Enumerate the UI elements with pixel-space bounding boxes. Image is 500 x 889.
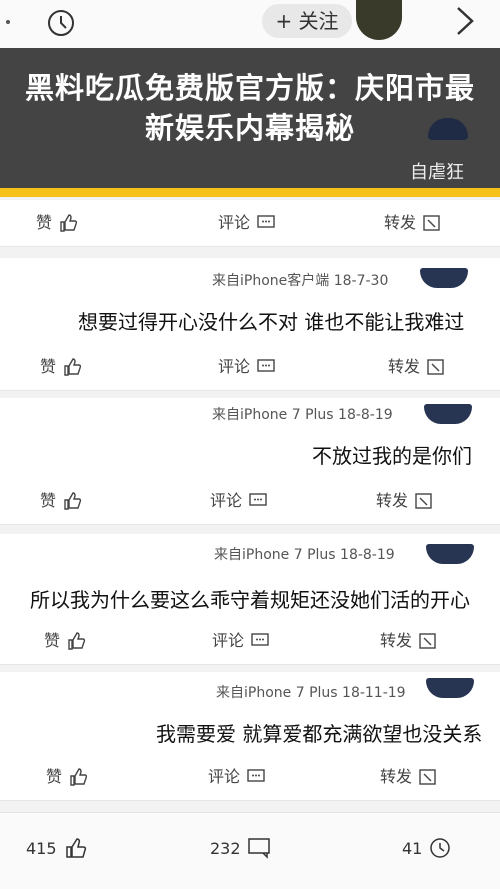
page-title: 黑料吃瓜免费版官方版：庆阳市最新娱乐内幕揭秘 bbox=[24, 71, 475, 145]
post-text: 想要过得开心没什么不对 谁也不能让我难过 bbox=[78, 310, 465, 334]
repost-icon bbox=[419, 769, 436, 785]
post-source: 来自iPhone 7 Plus bbox=[216, 685, 338, 701]
post-card[interactable]: 来自iPhone 7 Plus 18-11-19 我需要爱 就算爱都充满欲望也没… bbox=[0, 672, 500, 754]
comment-icon bbox=[257, 359, 275, 372]
comment-label: 评论 bbox=[218, 357, 251, 376]
post-meta: 来自iPhone 7 Plus 18-8-19 bbox=[214, 544, 395, 564]
follow-button[interactable]: + 关注 bbox=[262, 4, 352, 38]
post-text: 我需要爱 就算爱都充满欲望也没关系 bbox=[156, 722, 483, 746]
comment-button[interactable]: 评论 bbox=[212, 618, 270, 664]
post-card[interactable]: 来自iPhone 7 Plus 18-8-19 所以我为什么要这么乖守着规矩还没… bbox=[0, 534, 500, 618]
like-label: 赞 bbox=[36, 213, 53, 232]
accent-divider bbox=[0, 188, 500, 197]
bottom-repost-button[interactable]: 41 bbox=[402, 833, 452, 863]
comment-icon bbox=[249, 493, 267, 506]
top-bar: + 关注 bbox=[0, 0, 500, 48]
thumbs-up-icon bbox=[65, 838, 86, 858]
post-source: 来自iPhone 7 Plus bbox=[212, 407, 334, 423]
like-button[interactable]: 赞 bbox=[46, 754, 88, 800]
comment-count: 232 bbox=[210, 838, 241, 858]
thumbs-up-icon bbox=[64, 358, 82, 376]
repost-button[interactable]: 转发 bbox=[380, 618, 438, 664]
post-card[interactable]: 来自iPhone 7 Plus 18-8-19 不放过我的是你们 bbox=[0, 398, 500, 478]
comment-icon bbox=[251, 633, 269, 646]
repost-label: 转发 bbox=[380, 767, 413, 786]
repost-button[interactable]: 转发 bbox=[380, 754, 438, 800]
bottom-comment-button[interactable]: 232 bbox=[210, 833, 271, 863]
post-actions: 赞 评论 转发 bbox=[0, 200, 500, 247]
post-avatar[interactable] bbox=[424, 404, 472, 424]
comment-button[interactable]: 评论 bbox=[208, 754, 266, 800]
comment-button[interactable]: 评论 bbox=[218, 344, 276, 390]
repost-label: 转发 bbox=[380, 631, 413, 650]
repost-icon bbox=[427, 359, 444, 375]
post-meta: 来自iPhone 7 Plus 18-11-19 bbox=[216, 682, 406, 702]
repost-label: 转发 bbox=[384, 213, 417, 232]
thumbs-up-icon bbox=[68, 632, 86, 650]
bottom-like-button[interactable]: 415 bbox=[26, 833, 87, 863]
post-avatar[interactable] bbox=[426, 678, 474, 698]
thumbs-up-icon bbox=[60, 214, 78, 232]
comment-label: 评论 bbox=[208, 767, 241, 786]
like-count: 415 bbox=[26, 838, 57, 858]
post-actions: 赞 评论 转发 bbox=[0, 754, 500, 801]
comment-label: 评论 bbox=[210, 491, 243, 510]
post-actions: 赞 评论 转发 bbox=[0, 618, 500, 665]
like-button[interactable]: 赞 bbox=[40, 344, 82, 390]
repost-icon bbox=[419, 633, 436, 649]
post-avatar[interactable] bbox=[420, 268, 468, 288]
like-label: 赞 bbox=[40, 491, 57, 510]
post-avatar[interactable] bbox=[426, 544, 474, 564]
repost-label: 转发 bbox=[376, 491, 409, 510]
post-text: 不放过我的是你们 bbox=[312, 444, 472, 468]
repost-label: 转发 bbox=[388, 357, 421, 376]
chevron-right-icon[interactable] bbox=[452, 4, 478, 38]
like-button[interactable]: 赞 bbox=[44, 618, 86, 664]
repost-icon bbox=[423, 215, 440, 231]
like-button[interactable]: 赞 bbox=[40, 478, 82, 524]
thumbs-up-icon bbox=[64, 492, 82, 510]
like-button[interactable]: 赞 bbox=[36, 200, 78, 246]
post-actions: 赞 评论 转发 bbox=[0, 478, 500, 525]
repost-button[interactable]: 转发 bbox=[384, 200, 442, 246]
comment-label: 评论 bbox=[212, 631, 245, 650]
post-card[interactable]: 来自iPhone客户端 18-7-30 想要过得开心没什么不对 谁也不能让我难过 bbox=[0, 258, 500, 344]
refresh-icon[interactable] bbox=[44, 6, 78, 40]
post-text: 所以我为什么要这么乖守着规矩还没她们活的开心 bbox=[30, 588, 470, 612]
like-label: 赞 bbox=[40, 357, 57, 376]
repost-button[interactable]: 转发 bbox=[376, 478, 434, 524]
profile-avatar[interactable] bbox=[356, 0, 402, 40]
like-label: 赞 bbox=[46, 767, 63, 786]
repost-icon bbox=[430, 838, 451, 858]
title-banner: 黑料吃瓜免费版官方版：庆阳市最新娱乐内幕揭秘 自虐狂 bbox=[0, 48, 500, 188]
repost-button[interactable]: 转发 bbox=[388, 344, 446, 390]
post-date: 18-8-19 bbox=[338, 407, 393, 423]
post-date: 18-7-30 bbox=[333, 273, 389, 289]
post-meta: 来自iPhone客户端 18-7-30 bbox=[212, 270, 388, 290]
comment-button[interactable]: 评论 bbox=[210, 478, 268, 524]
post-date: 18-11-19 bbox=[342, 685, 406, 701]
menu-dot-icon[interactable] bbox=[6, 20, 10, 24]
repost-count: 41 bbox=[402, 838, 423, 858]
repost-icon bbox=[415, 493, 432, 509]
post-actions: 赞 评论 转发 bbox=[0, 344, 500, 391]
comment-button[interactable]: 评论 bbox=[218, 200, 276, 246]
comment-label: 评论 bbox=[218, 213, 251, 232]
username-label[interactable]: 自虐狂 bbox=[410, 158, 464, 184]
post-source: 来自iPhone客户端 bbox=[212, 273, 330, 289]
like-label: 赞 bbox=[44, 631, 61, 650]
thumbs-up-icon bbox=[70, 768, 88, 786]
comment-icon bbox=[257, 215, 275, 228]
bottom-bar: 415 232 41 bbox=[0, 812, 500, 889]
comment-icon bbox=[247, 838, 270, 859]
comment-icon bbox=[247, 769, 265, 782]
post-meta: 来自iPhone 7 Plus 18-8-19 bbox=[212, 404, 393, 424]
post-source: 来自iPhone 7 Plus bbox=[214, 547, 336, 563]
post-date: 18-8-19 bbox=[340, 547, 395, 563]
